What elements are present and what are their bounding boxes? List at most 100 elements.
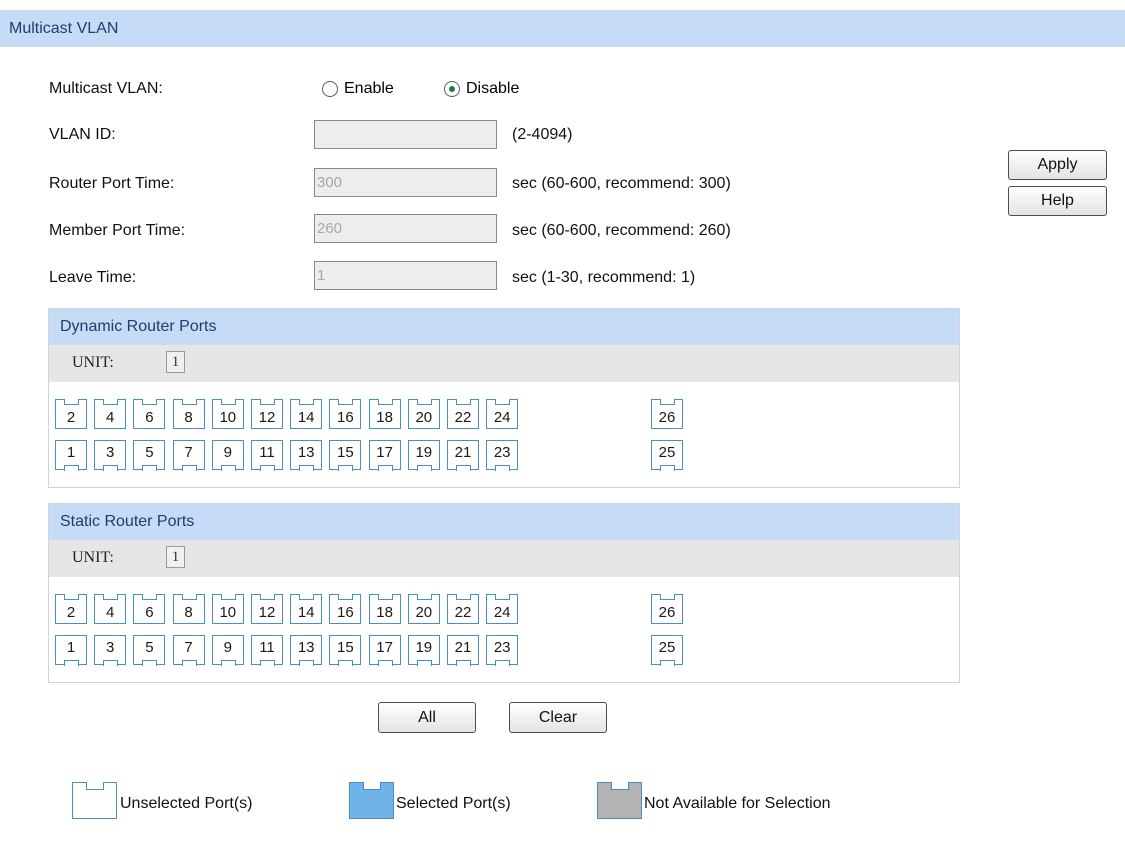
enable-radio-label[interactable]: Enable [344,80,394,98]
member-port-time-input[interactable] [314,214,497,243]
port-16[interactable]: 16 [329,593,362,624]
port-11[interactable]: 11 [251,440,283,471]
port-7[interactable]: 7 [172,635,205,666]
port-number: 16 [337,409,354,426]
port-number: 1 [66,639,76,656]
port-17[interactable]: 17 [368,440,401,471]
port-22[interactable]: 22 [447,398,479,429]
port-number: 24 [493,409,511,426]
port-number: 10 [219,409,237,426]
port-15[interactable]: 15 [329,635,362,666]
vlan-id-hint: (2-4094) [512,126,573,143]
port-15[interactable]: 15 [329,440,362,471]
port-21[interactable]: 21 [447,635,479,666]
port-3[interactable]: 3 [94,635,127,666]
port-12[interactable]: 12 [251,398,283,429]
port-2[interactable]: 2 [55,398,87,429]
dynamic-unit-bar: UNIT: 1 [49,345,959,382]
port-25[interactable]: 25 [651,635,683,666]
port-7[interactable]: 7 [172,440,205,471]
apply-button[interactable]: Apply [1008,150,1107,180]
router-port-time-hint: sec (60-600, recommend: 300) [512,175,731,192]
port-5[interactable]: 5 [133,635,166,666]
port-22[interactable]: 22 [447,593,479,624]
port-number: 24 [493,604,511,621]
enable-radio[interactable] [322,81,338,97]
port-9[interactable]: 9 [211,440,244,471]
port-20[interactable]: 20 [407,398,440,429]
port-number: 14 [297,604,315,621]
port-11[interactable]: 11 [251,635,283,666]
selected-port-legend-label: Selected Port(s) [396,795,511,812]
port-number: 2 [66,409,76,426]
port-24[interactable]: 24 [486,398,519,429]
port-19[interactable]: 19 [407,440,440,471]
port-number: 21 [454,639,472,656]
port-25[interactable]: 25 [651,440,683,471]
port-8[interactable]: 8 [172,398,205,429]
static-unit-bar: UNIT: 1 [49,540,959,577]
port-10[interactable]: 10 [211,398,244,429]
port-3[interactable]: 3 [94,440,127,471]
port-number: 22 [454,409,472,426]
port-number: 15 [337,639,354,656]
help-button[interactable]: Help [1008,186,1107,216]
disable-radio-label[interactable]: Disable [466,80,519,98]
port-26[interactable]: 26 [651,398,683,429]
router-port-time-label: Router Port Time: [49,175,175,192]
port-number: 19 [415,444,433,461]
static-unit-label: UNIT: [72,549,114,566]
port-13[interactable]: 13 [290,635,323,666]
port-23[interactable]: 23 [486,440,519,471]
port-number: 12 [258,604,276,621]
dynamic-router-ports-title: Dynamic Router Ports [49,309,959,345]
router-port-time-input[interactable] [314,168,497,197]
port-26[interactable]: 26 [651,593,683,624]
port-13[interactable]: 13 [290,440,323,471]
static-unit-selector[interactable]: 1 [166,546,185,568]
port-number: 9 [223,444,232,461]
port-17[interactable]: 17 [368,635,401,666]
clear-button[interactable]: Clear [509,702,607,733]
port-number: 8 [184,604,193,621]
port-14[interactable]: 14 [290,398,323,429]
port-number: 9 [223,639,232,656]
port-6[interactable]: 6 [133,398,166,429]
port-number: 5 [145,444,154,461]
port-1[interactable]: 1 [55,440,87,471]
port-number: 17 [376,639,393,656]
leave-time-hint: sec (1-30, recommend: 1) [512,269,696,286]
port-18[interactable]: 18 [368,398,401,429]
port-number: 3 [106,639,115,656]
port-4[interactable]: 4 [94,398,127,429]
select-all-button[interactable]: All [378,702,476,733]
static-router-ports-panel: Static Router Ports UNIT: 1 2 4 6 8 10 12 14 16… [48,503,960,683]
vlan-id-input[interactable] [314,120,497,149]
disable-radio[interactable] [444,81,460,97]
port-16[interactable]: 16 [329,398,362,429]
selected-port-legend-icon [349,781,394,819]
port-12[interactable]: 12 [251,593,283,624]
port-20[interactable]: 20 [407,593,440,624]
static-router-ports-title: Static Router Ports [49,504,959,540]
dynamic-unit-selector[interactable]: 1 [166,351,185,373]
port-10[interactable]: 10 [211,593,244,624]
port-19[interactable]: 19 [407,635,440,666]
port-8[interactable]: 8 [172,593,205,624]
port-14[interactable]: 14 [290,593,323,624]
port-5[interactable]: 5 [133,440,166,471]
page-title: Multicast VLAN [9,20,119,37]
port-4[interactable]: 4 [94,593,127,624]
port-2[interactable]: 2 [55,593,87,624]
port-9[interactable]: 9 [211,635,244,666]
port-number: 20 [415,604,433,621]
port-1[interactable]: 1 [55,635,87,666]
port-24[interactable]: 24 [486,593,519,624]
port-number: 12 [258,409,276,426]
port-21[interactable]: 21 [447,440,479,471]
port-23[interactable]: 23 [486,635,519,666]
leave-time-input[interactable] [314,261,497,290]
port-number: 16 [337,604,354,621]
port-18[interactable]: 18 [368,593,401,624]
port-6[interactable]: 6 [133,593,166,624]
